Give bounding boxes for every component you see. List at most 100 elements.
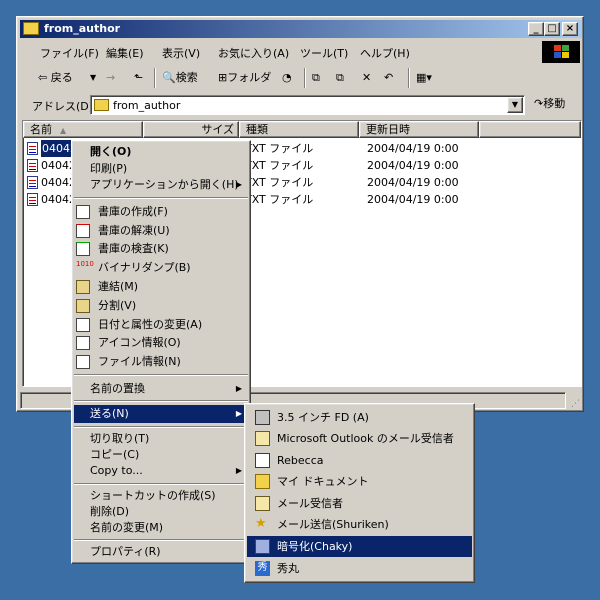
menu-icon-info[interactable]: アイコン情報(O) [74, 334, 248, 352]
menu-view[interactable]: 表示(V) [162, 45, 200, 61]
menu-archive-extract[interactable]: 書庫の解凍(U) [74, 222, 248, 240]
address-input[interactable]: from_author ▼ [90, 95, 525, 115]
sendto-rebecca-label: Rebecca [277, 454, 324, 467]
undo-icon[interactable]: ↶ [384, 68, 393, 88]
sendto-floppy[interactable]: 3.5 インチ FD (A) [247, 407, 472, 428]
shuriken-star-icon: ★ [255, 516, 267, 531]
sendto-mail-recipient[interactable]: メール受信者 [247, 493, 472, 514]
menu-favorites[interactable]: お気に入り(A) [218, 45, 289, 61]
sendto-hidemaru[interactable]: 秀秀丸 [247, 558, 472, 579]
menu-copy-to[interactable]: Copy to... ▶ [74, 462, 248, 480]
menu-split[interactable]: 分割(V) [74, 297, 248, 315]
menu-open[interactable]: 開く(O) [74, 143, 248, 161]
menu-rename[interactable]: 名前の変更(M) [74, 519, 248, 537]
sort-ascending-icon: ▲ [60, 126, 67, 135]
menu-file[interactable]: ファイル(F) [40, 45, 99, 61]
menu-tools[interactable]: ツール(T) [300, 45, 348, 61]
toolbar-separator [154, 68, 156, 88]
folders-button[interactable]: ⊞フォルダ [218, 68, 271, 88]
delete-icon[interactable]: ✕ [362, 68, 371, 88]
go-label: 移動 [543, 97, 566, 110]
search-button[interactable]: 🔍検索 [162, 68, 198, 88]
up-folder-icon[interactable]: ⬑ [134, 68, 143, 88]
minimize-button[interactable]: _ [528, 22, 544, 36]
menu-archive-check-label: 書庫の検査(K) [98, 242, 169, 255]
folder-icon [94, 99, 109, 111]
sendto-outlook[interactable]: Microsoft Outlook のメール受信者 [247, 428, 472, 449]
sendto-shuriken[interactable]: ★ メール送信(Shuriken) [247, 514, 472, 535]
folder-tree-icon: ⊞ [218, 71, 228, 84]
title-bar[interactable]: from_author _ □ × [20, 20, 582, 38]
file-date: 2004/04/19 0:00 [367, 142, 459, 155]
address-value: from_author [113, 99, 181, 112]
menu-send-to[interactable]: 送る(N) ▶ [74, 405, 248, 423]
column-size[interactable]: サイズ [143, 121, 239, 138]
sendto-chaky-encrypt[interactable]: 暗号化(Chaky) [247, 536, 472, 557]
archive-check-icon [76, 242, 90, 256]
text-file-icon [27, 193, 38, 206]
my-documents-icon [255, 474, 270, 489]
menu-archive-create-label: 書庫の作成(F) [98, 205, 168, 218]
chaky-lock-icon [255, 539, 270, 554]
menu-separator [74, 400, 248, 402]
menu-edit[interactable]: 編集(E) [106, 45, 144, 61]
floppy-drive-icon [255, 410, 270, 425]
mail-envelope-icon [255, 496, 270, 511]
file-type: TXT ファイル [245, 176, 314, 189]
menu-open-with[interactable]: アプリケーションから開く(H) ▶ [74, 176, 248, 194]
menu-split-label: 分割(V) [98, 299, 137, 312]
back-dropdown-icon[interactable]: ▼ [90, 68, 96, 88]
split-icon [76, 299, 90, 313]
column-filler [479, 121, 581, 138]
address-dropdown-button[interactable]: ▼ [507, 97, 523, 113]
sendto-chaky-label: 暗号化(Chaky) [277, 540, 353, 553]
menu-help[interactable]: ヘルプ(H) [360, 45, 410, 61]
menu-file-info-label: ファイル情報(N) [98, 355, 181, 368]
go-button[interactable]: ↷移動 [530, 95, 580, 115]
file-type: TXT ファイル [245, 193, 314, 206]
text-file-icon [27, 176, 38, 189]
history-icon[interactable]: ◔ [282, 68, 292, 88]
move-to-icon[interactable]: ⧉ [312, 68, 320, 88]
back-button[interactable]: ⇦ 戻る [38, 68, 73, 88]
menu-date-attr[interactable]: 日付と属性の変更(A) [74, 316, 248, 334]
search-label: 検索 [175, 71, 198, 84]
sendto-rebecca[interactable]: Rebecca [247, 450, 472, 471]
column-type[interactable]: 種類 [239, 121, 359, 138]
menu-separator [74, 483, 248, 485]
menu-bar: ファイル(F) 編集(E) 表示(V) お気に入り(A) ツール(T) ヘルプ(… [20, 41, 582, 63]
close-button[interactable]: × [562, 22, 578, 36]
hidemaru-icon: 秀 [255, 561, 270, 576]
submenu-arrow-icon: ▶ [235, 180, 242, 189]
menu-concat[interactable]: 連結(M) [74, 278, 248, 296]
text-file-icon [27, 142, 38, 155]
toolbar-separator [408, 68, 410, 88]
menu-rename-replace[interactable]: 名前の置換 ▶ [74, 380, 248, 398]
toolbar-separator [304, 68, 306, 88]
menu-properties[interactable]: プロパティ(R) [74, 543, 248, 561]
views-icon[interactable]: ▦▾ [416, 68, 432, 88]
menu-concat-label: 連結(M) [98, 280, 139, 293]
menu-binary-dump[interactable]: 1010 バイナリダンプ(B) [74, 259, 248, 277]
forward-button[interactable]: → [106, 68, 115, 88]
rebecca-icon [255, 453, 270, 468]
sendto-my-documents[interactable]: マイ ドキュメント [247, 471, 472, 492]
resize-grip-icon[interactable]: ⋰ [571, 399, 580, 409]
menu-file-info[interactable]: ファイル情報(N) [74, 353, 248, 371]
address-label: アドレス(D) [32, 100, 94, 113]
submenu-arrow-icon: ▶ [235, 409, 242, 418]
address-bar: アドレス(D) from_author ▼ ↷移動 [20, 93, 582, 117]
column-name[interactable]: 名前 ▲ [23, 121, 143, 138]
menu-archive-create[interactable]: 書庫の作成(F) [74, 203, 248, 221]
folder-icon [23, 22, 39, 35]
column-date[interactable]: 更新日時 [359, 121, 479, 138]
menu-date-attr-label: 日付と属性の変更(A) [98, 318, 203, 331]
copy-to-icon[interactable]: ⧉ [336, 68, 344, 88]
file-date: 2004/04/19 0:00 [367, 159, 459, 172]
column-name-label: 名前 [30, 123, 52, 136]
maximize-button[interactable]: □ [544, 22, 560, 36]
menu-binary-dump-label: バイナリダンプ(B) [98, 261, 191, 274]
search-icon: 🔍 [162, 71, 176, 84]
sendto-outlook-label: Microsoft Outlook のメール受信者 [277, 432, 454, 445]
menu-archive-check[interactable]: 書庫の検査(K) [74, 240, 248, 258]
